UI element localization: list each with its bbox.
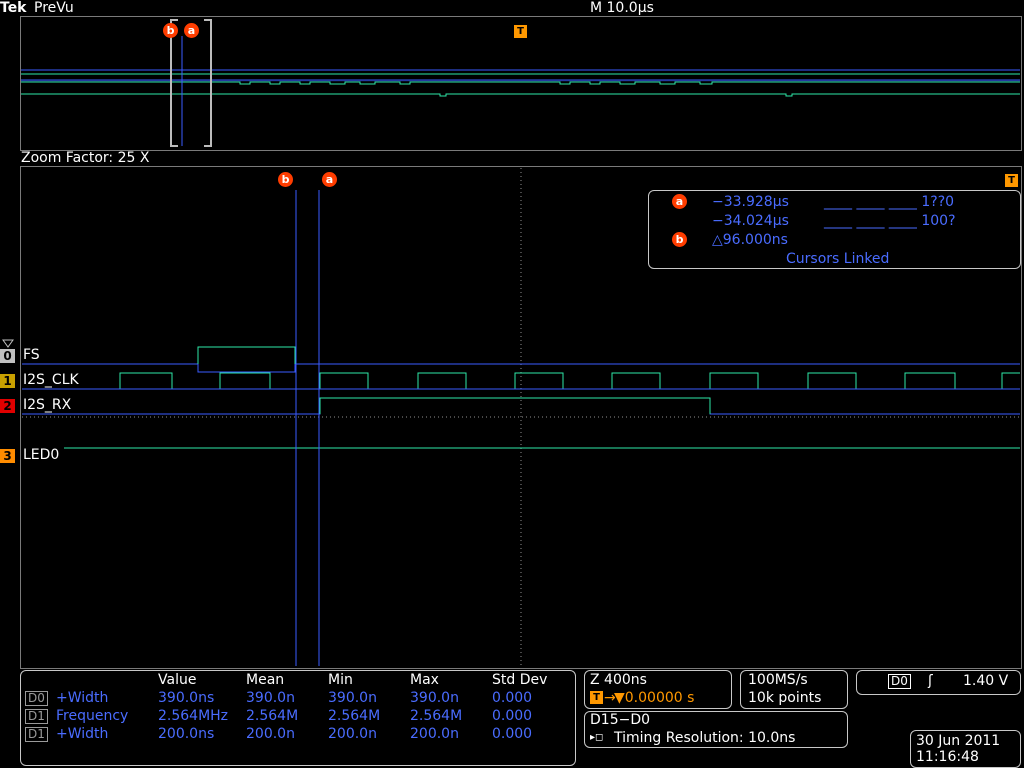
meas-source-tag: D0 [25, 691, 48, 706]
meas-header-mean: Mean [246, 672, 285, 688]
timing-resolution: Timing Resolution: 10.0ns [614, 730, 796, 746]
cursor-b-bits: ____ ____ ____ 100? [824, 213, 956, 229]
meas-row-label: +Width [56, 690, 109, 706]
channel-1-tag[interactable]: 1 [0, 374, 15, 388]
channel-0-name: FS [23, 347, 40, 363]
cursor-a-bits: ____ ____ ____ 1??0 [824, 194, 955, 210]
sample-rate: 100MS/s [748, 672, 808, 688]
meas-header-value: Value [158, 672, 197, 688]
meas-row-value: 390.0ns [158, 690, 215, 706]
meas-header-max: Max [410, 672, 439, 688]
main-waveforms [2, 168, 1020, 666]
cursor-b-time: −34.024µs [712, 213, 789, 229]
time-label: 11:16:48 [916, 749, 979, 765]
meas-source-tag: D1 [25, 727, 48, 742]
meas-row-label: +Width [56, 726, 109, 742]
meas-row-min: 2.564M [328, 708, 381, 724]
trigger-level: 1.40 V [963, 673, 1009, 689]
meas-row-max: 200.0n [410, 726, 459, 742]
meas-row-std: 0.000 [492, 726, 533, 742]
channel-3-tag[interactable]: 3 [0, 449, 15, 463]
meas-row-std: 0.000 [492, 708, 533, 724]
meas-row-value: 200.0ns [158, 726, 215, 742]
meas-row-value: 2.564MHz [158, 708, 229, 724]
trigger-slope-icon: ʃ [928, 673, 933, 689]
trigger-source-tag: D0 [888, 674, 911, 689]
meas-header-std: Std Dev [492, 672, 548, 688]
cursor-b-badge[interactable]: b [278, 172, 293, 187]
meas-row-max: 2.564M [410, 708, 463, 724]
record-length: 10k points [748, 690, 822, 706]
meas-row-mean: 2.564M [246, 708, 299, 724]
trigger-source: D0 [888, 673, 915, 689]
channel-2-name: I2S_RX [23, 397, 72, 413]
meas-row-mean: 390.0n [246, 690, 295, 706]
channel-3-name: LED0 [23, 447, 60, 463]
meas-row-max: 390.0n [410, 690, 459, 706]
channel-0-tag[interactable]: 0 [0, 349, 15, 363]
cursor-delta: △96.000ns [712, 232, 788, 248]
channel-1-name: I2S_CLK [23, 372, 79, 388]
meas-row-min: 200.0n [328, 726, 377, 742]
meas-row-label: Frequency [56, 708, 129, 724]
meas-row-std: 0.000 [492, 690, 533, 706]
cursor-a-time: −33.928µs [712, 194, 789, 210]
meas-row-min: 390.0n [328, 690, 377, 706]
digital-channels-title: D15−D0 [590, 712, 651, 728]
meas-header-min: Min [328, 672, 353, 688]
readout-cursor-b-badge: b [672, 232, 687, 247]
timing-icon: ▸◻ [590, 732, 604, 743]
zoom-trigger-icon: T [590, 691, 603, 704]
readout-cursor-a-badge: a [672, 194, 687, 209]
channel-2-tag[interactable]: 2 [0, 399, 15, 413]
zoom-position: ▼0.00000 s [614, 690, 695, 706]
trigger-position-marker[interactable]: T [1005, 174, 1018, 187]
meas-row-source: D0 [25, 690, 52, 706]
meas-row-mean: 200.0n [246, 726, 295, 742]
meas-row-source: D1 [25, 708, 52, 724]
meas-source-tag: D1 [25, 709, 48, 724]
date-label: 30 Jun 2011 [916, 733, 1001, 749]
cursor-a-badge[interactable]: a [322, 172, 337, 187]
meas-row-source: D1 [25, 726, 52, 742]
cursors-linked-label: Cursors Linked [786, 251, 890, 267]
zoom-scale: Z 400ns [590, 672, 647, 688]
